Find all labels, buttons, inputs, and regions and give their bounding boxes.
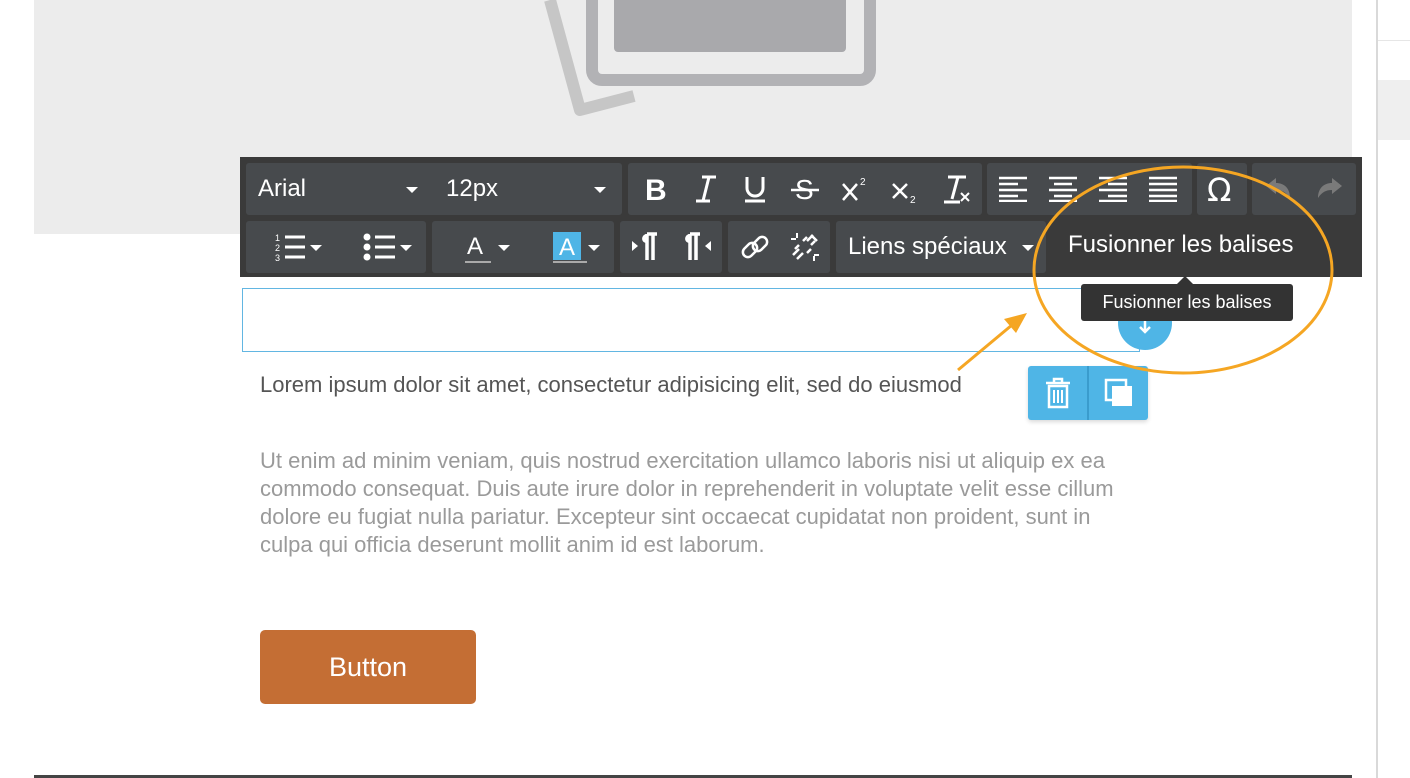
duplicate-block-button[interactable] [1089, 366, 1148, 420]
undo-button[interactable] [1256, 163, 1300, 215]
omega-icon: Ω [1207, 173, 1231, 205]
align-left-button[interactable] [994, 163, 1032, 215]
align-justify-button[interactable] [1144, 163, 1182, 215]
unordered-list-icon [363, 233, 395, 261]
chevron-down-icon [594, 187, 606, 193]
chevron-down-icon [400, 245, 412, 251]
clear-format-button[interactable] [936, 163, 976, 215]
chevron-down-icon [588, 245, 600, 251]
svg-text:A: A [559, 234, 575, 261]
paragraph-2[interactable]: Ut enim ad minim veniam, quis nostrud ex… [260, 447, 1140, 559]
special-links-label: Liens spéciaux [848, 233, 1007, 260]
delete-block-button[interactable] [1028, 366, 1087, 420]
align-center-icon [1049, 176, 1077, 202]
rich-text-toolbar: Arial 12px B S 2 2 Ω 1 2 3 A A Liens spé… [240, 157, 1362, 277]
text-color-dropdown[interactable]: A [436, 221, 520, 273]
svg-text:3: 3 [275, 253, 280, 263]
editable-text-field[interactable] [242, 288, 1140, 352]
unordered-list-dropdown[interactable] [338, 221, 422, 273]
svg-text:A: A [467, 233, 483, 260]
strikethrough-icon: S [791, 174, 819, 204]
chevron-down-icon [310, 245, 322, 251]
duplicate-icon [1104, 378, 1132, 406]
cta-button[interactable]: Button [260, 630, 476, 704]
svg-text:B: B [645, 174, 667, 204]
svg-text:2: 2 [910, 195, 916, 204]
align-right-icon [1099, 176, 1127, 202]
svg-text:2: 2 [275, 243, 280, 253]
svg-text:2: 2 [860, 177, 866, 188]
rail-thumb[interactable] [1378, 80, 1410, 140]
undo-icon [1266, 178, 1290, 198]
special-links-dropdown[interactable]: Liens spéciaux [836, 221, 1046, 273]
remove-link-button[interactable] [782, 221, 828, 273]
subscript-button[interactable]: 2 [886, 163, 924, 215]
chevron-down-icon [498, 245, 510, 251]
rail-divider [1378, 40, 1410, 41]
merge-tags-tooltip: Fusionner les balises [1081, 276, 1293, 321]
font-family-value: Arial [258, 175, 307, 202]
ordered-list-dropdown[interactable]: 123 [250, 221, 334, 273]
chevron-down-icon [1022, 245, 1034, 251]
unlink-icon [791, 233, 819, 261]
underline-button[interactable] [736, 163, 774, 215]
image-placeholder-icon [544, 0, 876, 116]
scroll-rail[interactable] [1376, 0, 1410, 778]
subscript-icon: 2 [892, 183, 916, 204]
superscript-button[interactable]: 2 [836, 163, 874, 215]
font-family-dropdown[interactable]: Arial [246, 163, 434, 215]
background-color-dropdown[interactable]: A [524, 221, 610, 273]
bold-icon: B [645, 174, 667, 204]
paragraph-rtl-button[interactable] [674, 221, 720, 273]
align-justify-icon [1149, 176, 1177, 202]
ordered-list-icon: 123 [275, 233, 305, 263]
align-right-button[interactable] [1094, 163, 1132, 215]
trash-icon [1045, 377, 1070, 409]
italic-button[interactable] [686, 163, 724, 215]
text-color-icon: A [465, 233, 491, 263]
redo-icon [1318, 178, 1342, 198]
superscript-icon: 2 [842, 177, 866, 201]
link-icon [741, 235, 769, 259]
merge-tags-label: Fusionner les balises [1068, 231, 1294, 258]
paragraph-ltr-button[interactable] [624, 221, 670, 273]
align-center-button[interactable] [1044, 163, 1082, 215]
strikethrough-button[interactable]: S [786, 163, 824, 215]
align-left-icon [999, 176, 1027, 202]
insert-link-button[interactable] [732, 221, 778, 273]
svg-text:1: 1 [275, 233, 280, 243]
font-size-value: 12px [446, 175, 499, 202]
paragraph-ltr-icon [632, 232, 657, 260]
bold-button[interactable]: B [636, 163, 674, 215]
block-actions [1028, 366, 1148, 420]
chevron-down-icon [406, 187, 418, 193]
paragraph-rtl-icon [685, 232, 711, 260]
italic-icon [696, 175, 716, 203]
underline-icon [745, 177, 765, 203]
redo-button[interactable] [1308, 163, 1352, 215]
special-character-button[interactable]: Ω [1200, 163, 1244, 215]
background-color-icon: A [553, 232, 587, 263]
clear-format-icon [944, 175, 970, 204]
merge-tags-button[interactable]: Fusionner les balises [1052, 221, 1324, 273]
svg-text:Ω: Ω [1207, 173, 1231, 205]
paragraph-1[interactable]: Lorem ipsum dolor sit amet, consectetur … [260, 372, 1030, 398]
font-size-dropdown[interactable]: 12px [434, 163, 622, 215]
